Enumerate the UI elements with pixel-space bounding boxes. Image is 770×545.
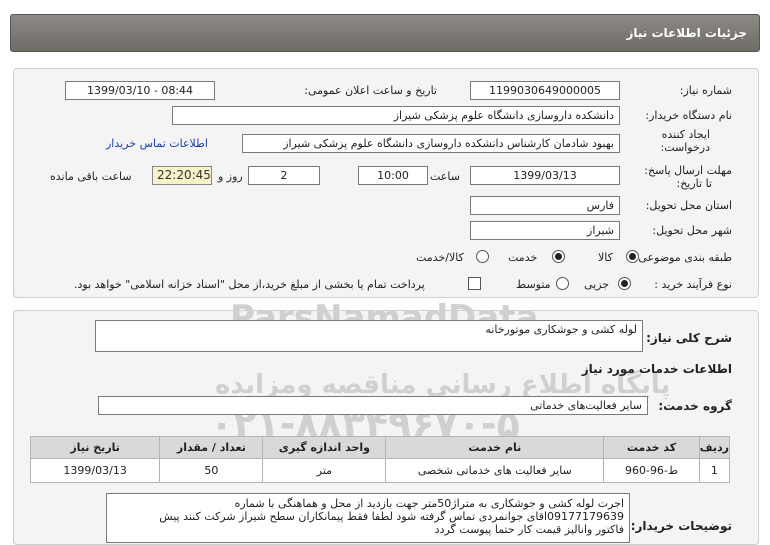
buyer-notes-field: اجرت لوله کشی و جوشکاری به متراژ50متر جه… [106,493,630,543]
col-row-header: ردیف [698,436,731,459]
cell-name: سایر فعالیت های خدماتی شخصی [385,458,605,483]
need-number-label: شماره نیاز: [679,84,732,97]
remaining-days-field: 2 [248,166,320,185]
deadline-date-field: 1399/03/13 [470,166,620,185]
page-title: جزئیات اطلاعات نیاز [626,26,747,40]
city-label: شهر محل تحویل: [652,224,732,237]
days-label: روز و [218,170,243,183]
category-both-label: کالا/خدمت [416,251,464,264]
services-table: ردیف کد خدمت نام خدمت واحد اندازه گیری ت… [29,436,731,483]
col-code-header: کد خدمت [603,436,700,459]
city-field: شیراز [470,221,620,240]
process-medium-label: متوسط [516,278,551,291]
need-number-field: 1199030649000005 [470,81,620,100]
province-label: استان محل تحویل: [645,199,732,212]
table-row: 1 ط-96-960 سایر فعالیت های خدماتی شخصی م… [29,458,731,483]
province-field: فارس [470,196,620,215]
page-header: جزئیات اطلاعات نیاز [10,14,760,52]
service-group-field: سایر فعالیت‌های خدماتی [98,396,648,415]
category-goods-radio[interactable] [626,250,639,263]
cell-qty: 50 [159,458,264,483]
col-date-header: تاریخ نیاز [29,436,161,459]
deadline-label-2: تا تاریخ: [676,177,712,190]
cell-code: ط-96-960 [603,458,700,483]
announce-field: 1399/03/10 - 08:44 [65,81,215,100]
cell-unit: متر [262,458,387,483]
payment-note: پرداخت تمام یا بخشی از مبلغ خرید،از محل … [74,278,425,291]
col-unit-header: واحد اندازه گیری [262,436,387,459]
process-medium-radio[interactable] [556,277,569,290]
service-group-label: گروه خدمت: [658,399,732,413]
category-service-label: خدمت [508,251,538,264]
buyer-contact-link[interactable]: اطلاعات تماس خریدار [106,137,208,150]
cell-date: 1399/03/13 [29,458,161,483]
buyer-field: دانشکده داروسازی دانشگاه علوم پزشکی شیرا… [172,106,620,125]
category-label: طبقه بندی موضوعی: [634,251,732,264]
creator-field: بهبود شادمان کارشناس دانشکده داروسازی دا… [242,134,620,153]
creator-label-1: ایجاد کننده [661,128,710,141]
remaining-label: ساعت باقی مانده [50,170,132,183]
table-header-row: ردیف کد خدمت نام خدمت واحد اندازه گیری ت… [29,436,731,459]
remaining-time-timer: 22:20:45 [152,166,212,185]
col-name-header: نام خدمت [385,436,605,459]
process-label: نوع فرآیند خرید : [654,278,732,291]
col-qty-header: تعداد / مقدار [159,436,264,459]
process-minor-label: جزیی [584,278,610,291]
summary-field: لوله کشی و جوشکاری موتورخانه [95,320,643,352]
category-goods-label: کالا [598,251,613,264]
buyer-label: نام دستگاه خریدار: [645,109,732,122]
treasury-docs-checkbox[interactable] [468,277,481,290]
process-minor-radio[interactable] [618,277,631,290]
deadline-hour-label: ساعت [430,170,460,183]
category-service-radio[interactable] [552,250,565,263]
cell-row: 1 [698,458,731,483]
summary-label: شرح کلی نیاز: [646,331,732,345]
deadline-label-1: مهلت ارسال پاسخ: [644,164,732,177]
services-section-title: اطلاعات خدمات مورد نیاز [581,362,732,376]
category-both-radio[interactable] [476,250,489,263]
deadline-time-field: 10:00 [358,166,428,185]
announce-label: تاریخ و ساعت اعلان عمومی: [304,84,437,97]
creator-label-2: درخواست: [660,141,710,154]
buyer-notes-line: اجرت لوله کشی و جوشکاری به متراژ50متر جه… [234,497,624,510]
buyer-notes-line: فاکتور وانالیز قیمت کار حتما پیوست گردد [434,523,624,536]
buyer-notes-label: توضیحات خریدار: [630,519,732,533]
buyer-notes-line: 09177179639اقای جوانمردی تماس گرفته شود … [159,510,624,523]
